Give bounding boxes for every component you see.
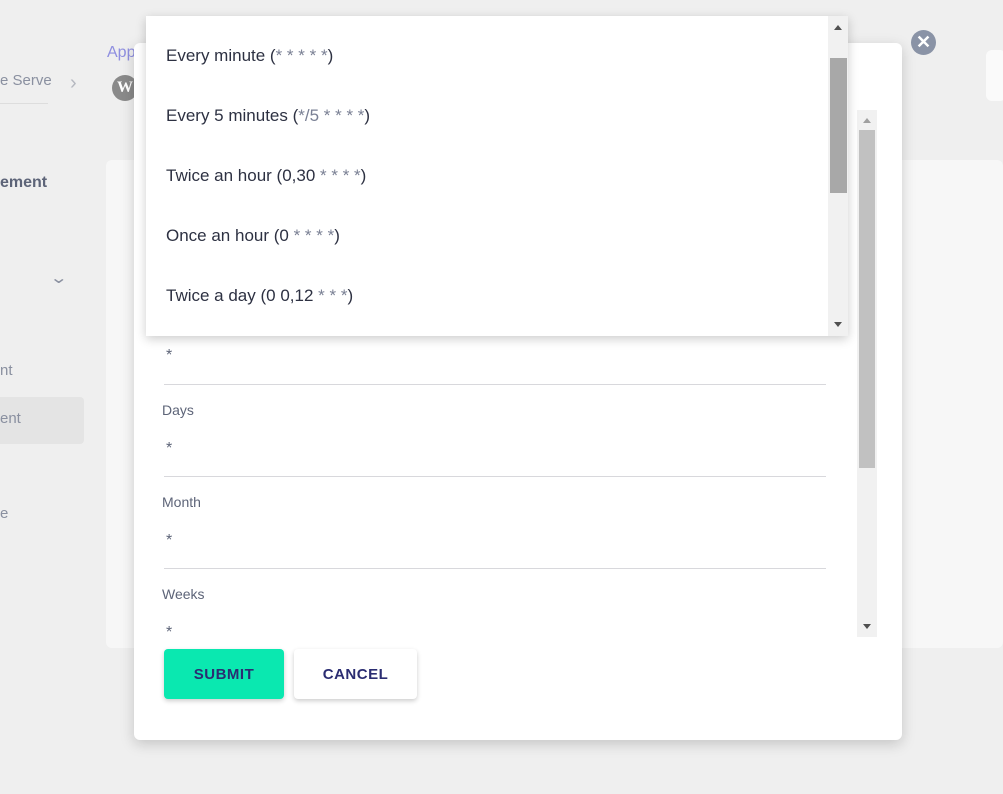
days-input[interactable]: * xyxy=(166,440,172,458)
dropdown-option[interactable]: Twice an hour (0,30 * * * *) xyxy=(166,166,366,186)
dropdown-option[interactable]: Every 5 minutes (*/5 * * * *) xyxy=(166,106,370,126)
top-right-card xyxy=(986,50,1003,101)
option-cron: * * * * xyxy=(293,226,335,245)
dropdown-scrollbar[interactable] xyxy=(828,16,848,336)
weeks-input[interactable]: * xyxy=(166,624,172,639)
scroll-thumb[interactable] xyxy=(830,58,847,193)
option-cron: * * * * xyxy=(320,166,361,185)
dropdown-option[interactable]: Twice a day (0 0,12 * * *) xyxy=(166,286,353,306)
submit-button[interactable]: SUBMIT xyxy=(164,649,284,699)
sidebar-section-title: ement xyxy=(0,174,48,191)
weeks-label: Weeks xyxy=(162,586,205,602)
option-cron: * * * * * xyxy=(275,46,328,65)
field-underline xyxy=(164,476,826,477)
sidebar-server-label[interactable]: e Serve xyxy=(0,72,52,89)
divider xyxy=(0,103,48,104)
option-label: Twice an hour (0,30 xyxy=(166,166,321,185)
option-cron: * * * xyxy=(318,286,348,305)
field-underline xyxy=(164,384,826,385)
scroll-thumb[interactable] xyxy=(859,130,875,468)
scroll-up-icon[interactable] xyxy=(834,25,842,30)
chevron-right-icon: › xyxy=(70,72,77,94)
month-label: Month xyxy=(162,494,201,510)
sidebar-item-active-label: ent xyxy=(0,410,21,427)
modal-scrollbar[interactable] xyxy=(857,110,877,637)
scroll-down-icon[interactable] xyxy=(863,624,871,629)
option-end: ) xyxy=(360,166,367,185)
option-label: Twice a day (0 0,12 xyxy=(166,286,319,305)
days-label: Days xyxy=(162,402,194,418)
close-icon[interactable]: ✕ xyxy=(911,30,936,55)
sidebar-item[interactable]: e xyxy=(0,505,8,522)
schedule-dropdown-list: Every minute (* * * * *) Every 5 minutes… xyxy=(146,16,848,336)
option-label: Every minute ( xyxy=(166,46,276,65)
cancel-button[interactable]: CANCEL xyxy=(294,649,417,699)
option-end: ) xyxy=(334,226,340,245)
dropdown-option[interactable]: Every minute (* * * * *) xyxy=(166,46,333,66)
dropdown-option[interactable]: Once an hour (0 * * * *) xyxy=(166,226,340,246)
sidebar-item[interactable]: nt xyxy=(0,362,13,379)
option-end: ) xyxy=(327,46,334,65)
scroll-down-icon[interactable] xyxy=(834,322,842,327)
scroll-up-icon[interactable] xyxy=(863,118,871,123)
field-underline xyxy=(164,568,826,569)
option-label: Once an hour (0 xyxy=(166,226,294,245)
option-end: ) xyxy=(364,106,371,125)
option-label: Every 5 minutes ( xyxy=(166,106,299,125)
option-end: ) xyxy=(347,286,354,305)
month-input[interactable]: * xyxy=(166,532,172,550)
minute-value[interactable]: * xyxy=(166,347,172,365)
breadcrumb-app-link[interactable]: App xyxy=(107,44,135,62)
option-cron: */5 * * * * xyxy=(298,106,365,125)
chevron-down-icon[interactable]: ⌄ xyxy=(49,268,68,288)
